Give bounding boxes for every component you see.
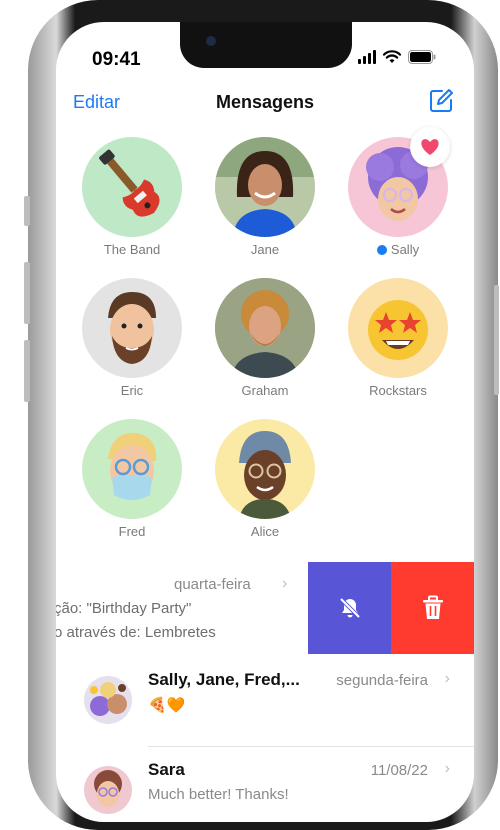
conversation-date: segunda-feira	[336, 672, 428, 689]
compose-icon[interactable]	[428, 88, 454, 114]
pinned-avatar	[215, 419, 315, 519]
pinned-avatar	[215, 278, 315, 378]
page-title: Mensagens	[215, 92, 315, 112]
conversation-name: Sally, Jane, Fred,...	[148, 670, 300, 689]
side-button	[494, 285, 499, 395]
conversation-preview: Much better! Thanks!	[148, 786, 289, 803]
conversation-row[interactable]: Sally, Jane, Fred,... segunda-feira › 🍕🧡	[56, 660, 474, 746]
trash-icon	[422, 595, 443, 619]
pinned-jane[interactable]: Jane	[213, 137, 317, 257]
battery-icon	[408, 50, 436, 64]
wifi-icon	[383, 50, 401, 64]
side-button	[24, 262, 30, 324]
pinned-label: The Band	[103, 242, 161, 257]
pinned-label: Fred	[118, 524, 146, 539]
pinned-avatar	[215, 137, 315, 237]
conversation-date: quarta-feira	[174, 576, 251, 593]
pinned-avatar	[82, 137, 182, 237]
conversation-date: 11/08/22	[370, 762, 428, 779]
pinned-rockstars[interactable]: Rockstars	[346, 278, 450, 398]
pinned-label: Eric	[120, 383, 144, 398]
status-icons	[358, 50, 436, 64]
status-time: 09:41	[92, 49, 141, 70]
star-struck-emoji	[368, 300, 428, 360]
dynamic-island	[180, 22, 352, 68]
pinned-avatar	[82, 278, 182, 378]
group-avatar	[84, 676, 132, 724]
memoji-avatar	[108, 292, 156, 364]
divider	[148, 746, 474, 747]
side-button	[24, 340, 30, 402]
pinned-avatar	[82, 419, 182, 519]
contact-avatar	[84, 766, 132, 814]
conversation-name: Sara	[148, 760, 185, 779]
conversation-preview: 🍕🧡	[148, 697, 186, 714]
screen: 09:41 Editar Mensagens The Band Jane Sal…	[56, 22, 474, 822]
pinned-eric[interactable]: Eric	[80, 278, 184, 398]
heart-icon	[410, 127, 450, 167]
group-avatar-icon	[90, 682, 127, 716]
conversation-row[interactable]: Sara 11/08/22 › Much better! Thanks!	[56, 750, 474, 822]
chevron-right-icon: ›	[444, 760, 450, 777]
side-button	[24, 196, 30, 226]
pinned-label: Alice	[250, 524, 280, 539]
unread-indicator	[376, 245, 387, 255]
memoji-avatar	[94, 770, 122, 807]
pinned-alice[interactable]: Alice	[213, 419, 317, 539]
guitar-icon	[99, 149, 160, 217]
pinned-label: Graham	[241, 383, 289, 398]
pinned-label: Sally	[346, 242, 450, 257]
pinned-label: Jane	[250, 242, 280, 257]
cellular-signal-icon	[358, 50, 376, 64]
pinned-avatar	[348, 278, 448, 378]
chevron-right-icon: ›	[282, 575, 288, 592]
person-photo	[215, 278, 315, 378]
mute-button[interactable]	[308, 562, 391, 654]
pinned-the-band[interactable]: The Band	[80, 137, 184, 257]
pinned-graham[interactable]: Graham	[213, 278, 317, 398]
pinned-label: Rockstars	[369, 383, 427, 398]
conversation-preview: o através de: Lembretes	[56, 624, 216, 641]
bell-slash-icon	[339, 597, 360, 619]
person-photo	[215, 137, 315, 237]
chevron-right-icon: ›	[444, 670, 450, 687]
pinned-label-text: Sally	[390, 242, 420, 257]
pinned-sally[interactable]: Sally	[346, 127, 450, 257]
swiped-conversation-row[interactable]: quarta-feira › ção: "Birthday Party" o a…	[56, 562, 474, 654]
conversation-preview: ção: "Birthday Party"	[56, 600, 192, 617]
memoji-avatar	[108, 432, 157, 500]
pinned-fred[interactable]: Fred	[80, 419, 184, 539]
memoji-avatar	[239, 431, 291, 519]
delete-button[interactable]	[391, 562, 474, 654]
